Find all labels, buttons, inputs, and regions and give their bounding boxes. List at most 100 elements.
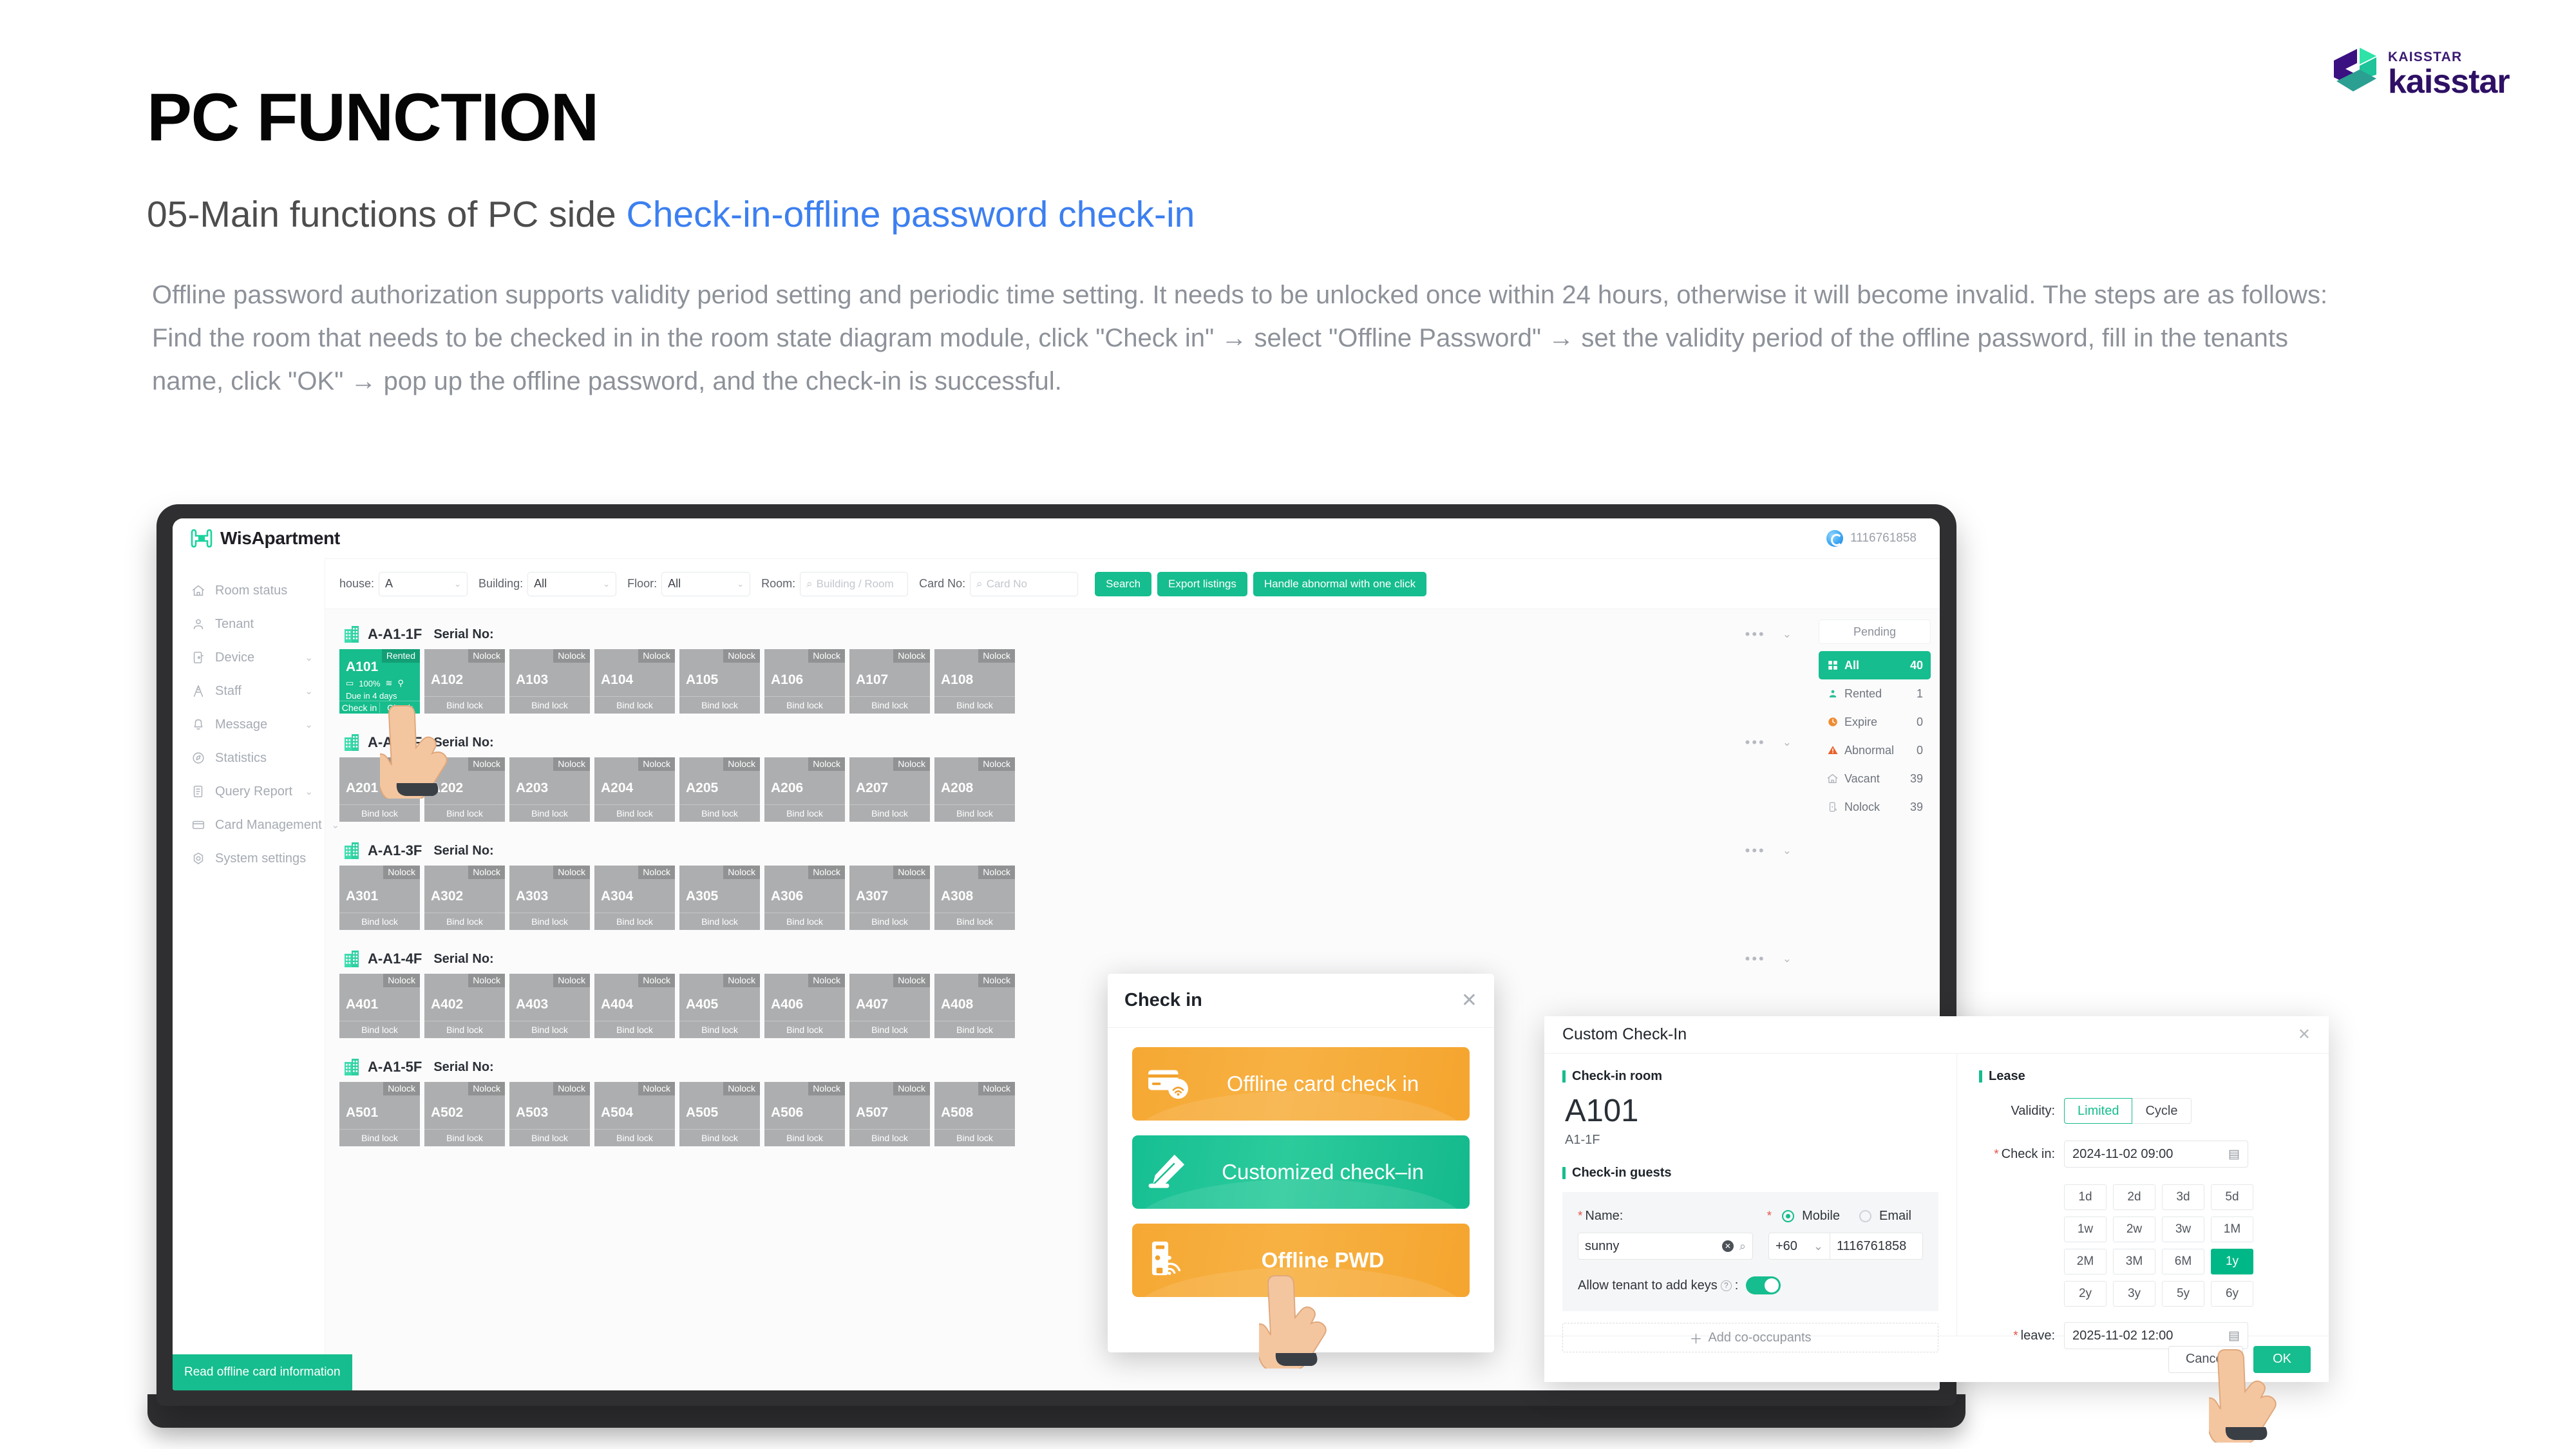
sidebar-item-card-management[interactable]: Card Management ⌄ (173, 808, 339, 842)
room-cell[interactable]: Nolock A102 Bind lock (424, 649, 505, 714)
bind-lock-action[interactable]: Bind lock (679, 1129, 760, 1146)
close-icon[interactable]: ✕ (2298, 1025, 2311, 1044)
bind-lock-action[interactable]: Bind lock (509, 1129, 590, 1146)
bind-lock-action[interactable]: Bind lock (339, 1129, 420, 1146)
room-cell[interactable]: Nolock A207 Bind lock (849, 757, 930, 822)
bind-lock-action[interactable]: Bind lock (424, 804, 505, 822)
room-cell[interactable]: Nolock A407 Bind lock (849, 974, 930, 1038)
room-cell[interactable]: Nolock A401 Bind lock (339, 974, 420, 1038)
status-row-abnormal[interactable]: Abnormal 0 (1819, 736, 1931, 764)
bind-lock-action[interactable]: Bind lock (764, 804, 845, 822)
account-area[interactable]: 1116761858 (1826, 530, 1940, 547)
bind-lock-action[interactable]: Bind lock (764, 696, 845, 714)
status-row-rented[interactable]: Rented 1 (1819, 679, 1931, 708)
room-cell[interactable]: Nolock A403 Bind lock (509, 974, 590, 1038)
room-cell[interactable]: Nolock A205 Bind lock (679, 757, 760, 822)
room-cell[interactable]: Nolock A406 Bind lock (764, 974, 845, 1038)
duration-chip-6y[interactable]: 6y (2211, 1281, 2253, 1307)
room-cell[interactable]: Nolock A508 Bind lock (934, 1082, 1015, 1146)
country-code-select[interactable]: +60 ⌄ (1768, 1233, 1830, 1260)
room-cell[interactable]: Nolock A302 Bind lock (424, 866, 505, 930)
bind-lock-action[interactable]: Bind lock (934, 1129, 1015, 1146)
bind-lock-action[interactable]: Bind lock (934, 1021, 1015, 1038)
chevron-down-icon[interactable]: ⌄ (1783, 628, 1792, 641)
bind-lock-action[interactable]: Bind lock (764, 1129, 845, 1146)
check-action[interactable]: Check (379, 702, 420, 713)
duration-chip-3M[interactable]: 3M (2113, 1249, 2155, 1274)
search-icon[interactable]: ⌕ (1739, 1240, 1746, 1253)
bind-lock-action[interactable]: Bind lock (594, 1021, 675, 1038)
bind-lock-action[interactable]: Bind lock (764, 1021, 845, 1038)
checkin-date-input[interactable]: 2024-11-02 09:00 ▤ (2064, 1141, 2248, 1168)
room-cell[interactable]: Nolock A506 Bind lock (764, 1082, 845, 1146)
room-input[interactable]: ⌕ Building / Room (800, 571, 909, 596)
radio-email[interactable] (1859, 1210, 1871, 1222)
duration-chip-1M[interactable]: 1M (2211, 1217, 2253, 1242)
status-row-nolock[interactable]: Nolock 39 (1819, 793, 1931, 821)
room-cell[interactable]: Nolock A404 Bind lock (594, 974, 675, 1038)
bind-lock-action[interactable]: Bind lock (679, 913, 760, 930)
room-cell[interactable]: Nolock A206 Bind lock (764, 757, 845, 822)
house-select[interactable]: A ⌄ (379, 571, 468, 596)
duration-chip-6M[interactable]: 6M (2162, 1249, 2204, 1274)
floor-select[interactable]: All ⌄ (661, 571, 751, 596)
bind-lock-action[interactable]: Bind lock (339, 804, 420, 822)
add-cooccupants-button[interactable]: ＋ Add co-occupants (1562, 1323, 1938, 1352)
bind-lock-action[interactable]: Bind lock (424, 1129, 505, 1146)
room-cell[interactable]: Nolock A303 Bind lock (509, 866, 590, 930)
bind-lock-action[interactable]: Bind lock (849, 1129, 930, 1146)
bind-lock-action[interactable]: Bind lock (509, 804, 590, 822)
bind-lock-action[interactable]: Bind lock (764, 913, 845, 930)
room-cell[interactable]: Nolock A503 Bind lock (509, 1082, 590, 1146)
bind-lock-action[interactable]: Bind lock (849, 696, 930, 714)
room-cell[interactable]: Nolock A304 Bind lock (594, 866, 675, 930)
room-cell[interactable]: Rented A101 ▭ 100% ≋ ⚲ Due in 4 days Check in Ch… (339, 649, 420, 714)
sidebar-item-query-report[interactable]: Query Report ⌄ (173, 775, 325, 808)
bind-lock-action[interactable]: Bind lock (509, 696, 590, 714)
duration-chip-2M[interactable]: 2M (2064, 1249, 2107, 1274)
read-offline-card-button[interactable]: Read offline card information (173, 1354, 352, 1390)
bind-lock-action[interactable]: Bind lock (934, 696, 1015, 714)
more-icon[interactable]: ••• (1745, 952, 1766, 966)
bind-lock-action[interactable]: Bind lock (934, 804, 1015, 822)
validity-option-limited[interactable]: Limited (2064, 1098, 2133, 1124)
close-icon[interactable]: ✕ (1461, 990, 1477, 1010)
room-cell[interactable]: Nolock A402 Bind lock (424, 974, 505, 1038)
bind-lock-action[interactable]: Bind lock (424, 696, 505, 714)
more-icon[interactable]: ••• (1745, 627, 1766, 641)
room-cell[interactable]: Nolock A408 Bind lock (934, 974, 1015, 1038)
room-cell[interactable]: Nolock A204 Bind lock (594, 757, 675, 822)
chevron-down-icon[interactable]: ⌄ (1783, 736, 1792, 749)
bind-lock-action[interactable]: Bind lock (424, 1021, 505, 1038)
bind-lock-action[interactable]: Bind lock (849, 804, 930, 822)
checkin-option-customized-check-in[interactable]: Customized check–in (1132, 1135, 1470, 1209)
bind-lock-action[interactable]: Bind lock (594, 804, 675, 822)
bind-lock-action[interactable]: Bind lock (339, 1021, 420, 1038)
name-input[interactable]: sunny ✕ ⌕ (1578, 1233, 1753, 1260)
status-row-vacant[interactable]: Vacant 39 (1819, 764, 1931, 793)
bind-lock-action[interactable]: Bind lock (424, 913, 505, 930)
sidebar-item-room-status[interactable]: Room status (173, 574, 325, 607)
bind-lock-action[interactable]: Bind lock (679, 804, 760, 822)
clear-icon[interactable]: ✕ (1721, 1240, 1734, 1252)
room-cell[interactable]: Nolock A107 Bind lock (849, 649, 930, 714)
room-cell[interactable]: Nolock A203 Bind lock (509, 757, 590, 822)
duration-chip-5d[interactable]: 5d (2211, 1184, 2253, 1210)
sidebar-item-statistics[interactable]: Statistics (173, 741, 325, 775)
sidebar-item-device[interactable]: Device ⌄ (173, 641, 325, 674)
room-cell[interactable]: Nolock A307 Bind lock (849, 866, 930, 930)
sidebar-item-message[interactable]: Message ⌄ (173, 708, 325, 741)
bind-lock-action[interactable]: Bind lock (339, 913, 420, 930)
handle-abnormal-button[interactable]: Handle abnormal with one click (1253, 571, 1427, 596)
duration-chip-1d[interactable]: 1d (2064, 1184, 2107, 1210)
room-cell[interactable]: Nolock A105 Bind lock (679, 649, 760, 714)
search-button[interactable]: Search (1095, 571, 1152, 596)
bind-lock-action[interactable]: Bind lock (509, 913, 590, 930)
bind-lock-action[interactable]: Bind lock (594, 696, 675, 714)
check-in-action[interactable]: Check in (339, 703, 379, 713)
room-cell[interactable]: Nolock A106 Bind lock (764, 649, 845, 714)
bind-lock-action[interactable]: Bind lock (849, 1021, 930, 1038)
chevron-down-icon[interactable]: ⌄ (1783, 952, 1792, 965)
sidebar-item-staff[interactable]: Staff ⌄ (173, 674, 325, 708)
help-icon[interactable]: ? (1720, 1280, 1732, 1291)
